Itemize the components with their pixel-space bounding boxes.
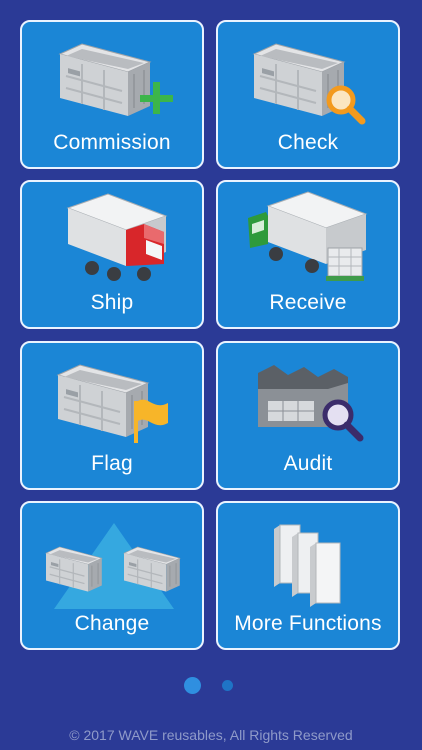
truck-icon — [67, 193, 167, 281]
tile-label: Check — [277, 131, 339, 154]
tile-flag[interactable]: Flag — [20, 341, 204, 490]
tile-ship[interactable]: Ship — [20, 180, 204, 329]
page-indicator — [0, 677, 422, 695]
tile-label: Audit — [283, 452, 333, 475]
tile-check[interactable]: Check — [216, 20, 400, 169]
tile-change[interactable]: Change — [20, 501, 204, 650]
crate-magnifier-icon — [253, 43, 366, 125]
tile-commission[interactable]: Commission — [20, 20, 204, 169]
crates-triangle-icon — [45, 523, 181, 609]
tile-label: Receive — [269, 291, 347, 314]
tile-label: Change — [74, 612, 150, 635]
truck-pallet-icon — [248, 191, 367, 281]
tile-more-functions[interactable]: More Functions — [216, 501, 400, 650]
page-dot-active[interactable] — [184, 677, 201, 694]
tile-receive[interactable]: Receive — [216, 180, 400, 329]
tile-label: More Functions — [234, 612, 382, 635]
crate-plus-icon — [59, 43, 173, 117]
copyright-footer: © 2017 WAVE reusables, All Rights Reserv… — [69, 727, 353, 743]
panels-stack-icon — [274, 524, 341, 607]
tile-label: Flag — [91, 452, 133, 475]
tile-label: Commission — [53, 131, 171, 154]
tile-label: Ship — [90, 291, 134, 314]
page-dot[interactable] — [222, 680, 233, 691]
warehouse-magnifier-icon — [258, 365, 364, 442]
crate-flag-icon — [57, 364, 168, 443]
tile-audit[interactable]: Audit — [216, 341, 400, 490]
